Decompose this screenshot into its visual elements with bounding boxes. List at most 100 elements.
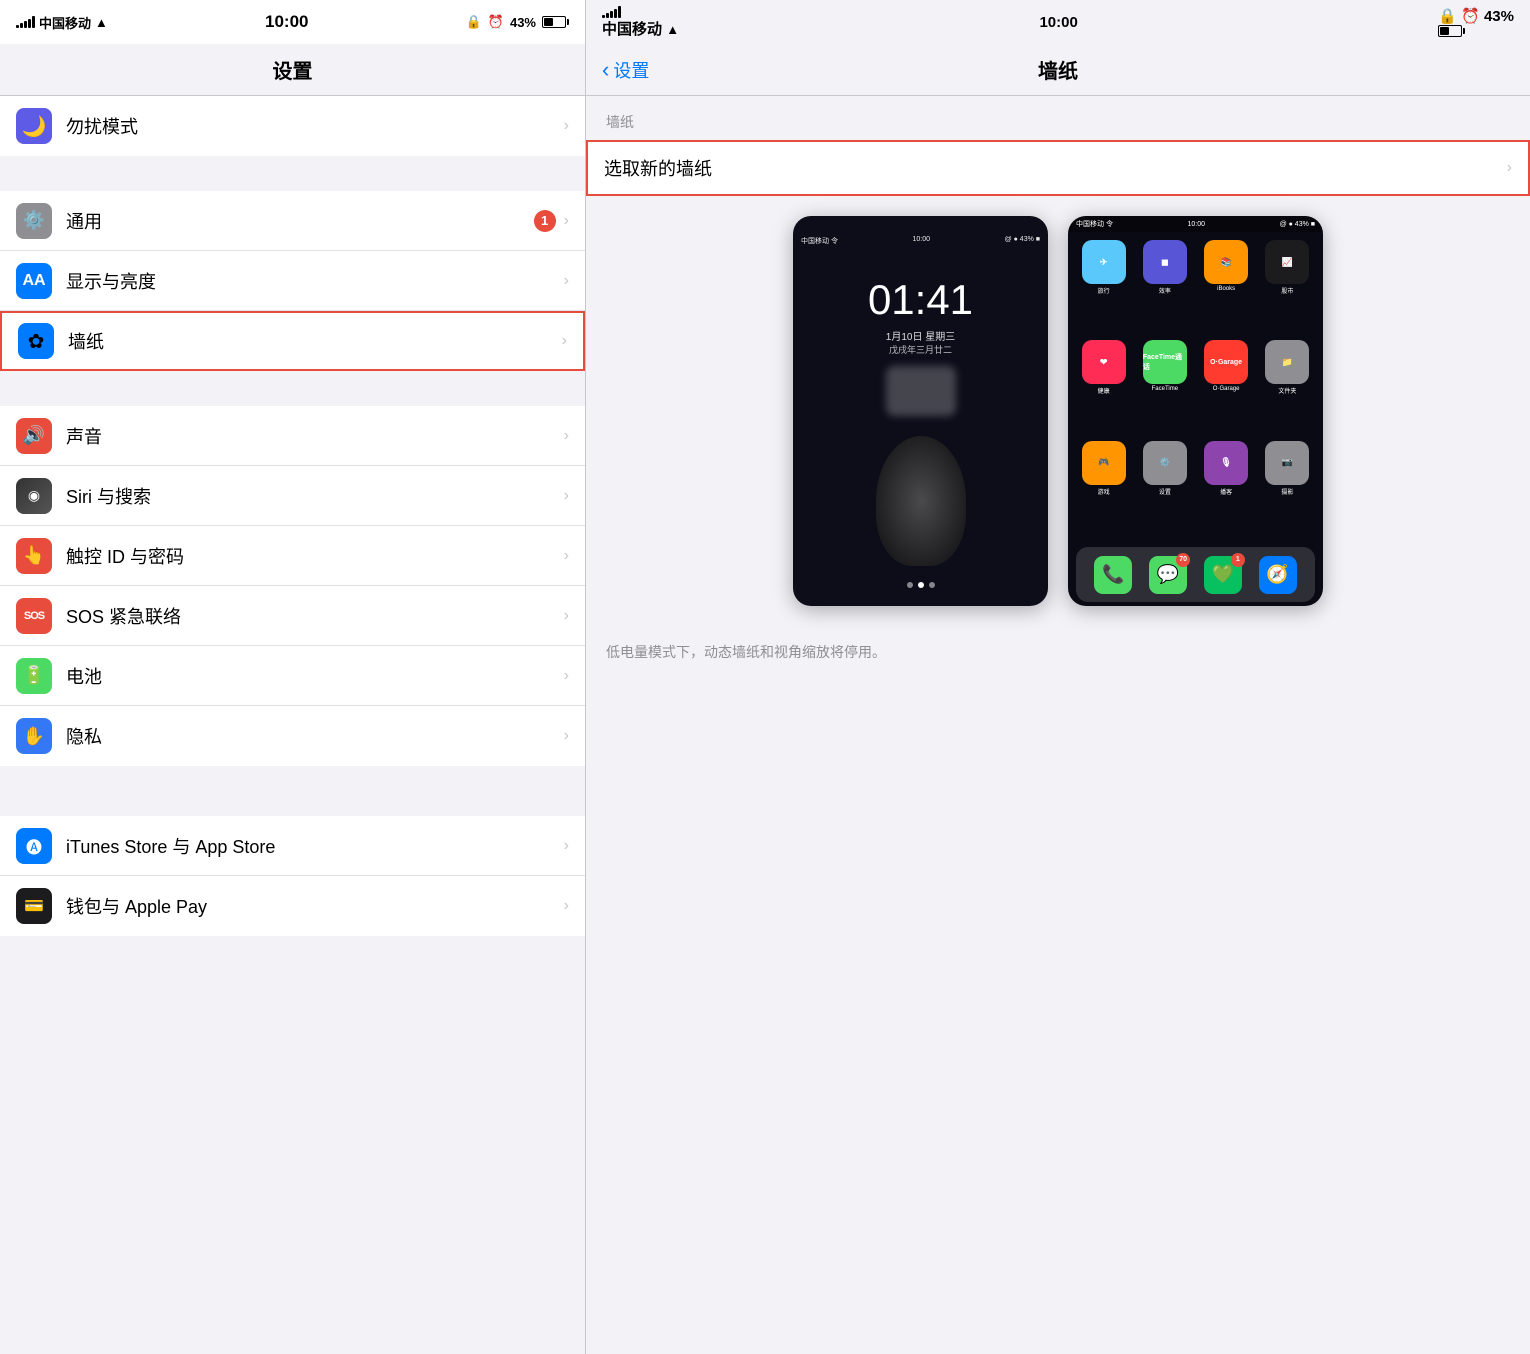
settings-item-do-not-disturb[interactable]: 🌙 勿扰模式 › [0, 96, 585, 156]
hs-app-ibooks: 📚 iBooks [1199, 240, 1254, 334]
left-right-icons: 🔒 ⏰ 43% [466, 14, 569, 30]
right-battery-body [1438, 25, 1462, 37]
app-label-podcast: 播客 [1220, 487, 1232, 496]
right-battery-fill [1440, 27, 1449, 35]
lock-screen-preview[interactable]: 中国移动 令 10:00 @ ● 43% ■ 01:41 1月10日 星期三 戊… [793, 216, 1048, 606]
general-label: 通用 [66, 208, 534, 234]
settings-item-privacy[interactable]: ✋ 隐私 › [0, 706, 585, 766]
ls-dot-3 [929, 582, 935, 588]
ls-big-time: 01:41 [868, 276, 973, 324]
right-battery-icon [1438, 25, 1514, 37]
app-label-stocks: 股市 [1281, 286, 1293, 295]
r-bar3 [610, 11, 613, 18]
ls-status-bar: 中国移动 令 10:00 @ ● 43% ■ [793, 236, 1048, 246]
general-icon: ⚙️ [16, 203, 52, 239]
ls-dot-1 [907, 582, 913, 588]
battery-icon [542, 16, 569, 28]
section-group-top: 🌙 勿扰模式 › [0, 96, 585, 156]
settings-item-general[interactable]: ⚙️ 通用 1 › [0, 191, 585, 251]
settings-item-battery[interactable]: 🔋 电池 › [0, 646, 585, 706]
section-gap-3 [0, 766, 585, 816]
lock-icon: 🔒 [466, 14, 482, 30]
itunes-label: iTunes Store 与 App Store [66, 833, 564, 859]
right-alarm-icon: ⏰ [1461, 8, 1480, 25]
display-label: 显示与亮度 [66, 268, 564, 294]
section-group-second: ⚙️ 通用 1 › AA 显示与亮度 › ✿ 墙纸 › [0, 191, 585, 371]
right-battery-tip [1463, 28, 1465, 34]
hs-app-grid: ✈ 旅行 ◼ 效率 📚 iBooks 📈 股市 [1068, 232, 1323, 543]
settings-item-sounds[interactable]: 🔊 声音 › [0, 406, 585, 466]
dock-messages: 💬 70 [1149, 556, 1187, 594]
bar4 [28, 19, 31, 28]
app-label-camera: 摄影 [1281, 487, 1293, 496]
ls-cat-image [876, 436, 966, 566]
settings-item-sos[interactable]: SOS SOS 紧急联络 › [0, 586, 585, 646]
left-panel: 中国移动 ▲ 10:00 🔒 ⏰ 43% 设置 🌙 勿扰模式 › [0, 0, 585, 1354]
app-icon-podcast: 🎙 [1204, 441, 1248, 485]
right-right-icons: 🔒 ⏰ 43% [1438, 7, 1514, 37]
sounds-label: 声音 [66, 423, 564, 449]
dock-safari: 🧭 [1259, 556, 1297, 594]
right-wifi-icon: ▲ [666, 22, 679, 37]
dock-wechat-badge: 1 [1231, 553, 1245, 567]
app-icon-stocks: 📈 [1265, 240, 1309, 284]
bar2 [20, 23, 23, 28]
home-screen-preview[interactable]: 中国移动 令 10:00 @ ● 43% ■ ✈ 旅行 ◼ 效率 📚 [1068, 216, 1323, 606]
back-button[interactable]: ‹ 设置 [602, 57, 649, 83]
left-status-bar: 中国移动 ▲ 10:00 🔒 ⏰ 43% [0, 0, 585, 44]
dock-phone: 📞 [1094, 556, 1132, 594]
app-label-files: 文件夹 [1278, 386, 1296, 395]
wallpaper-icon: ✿ [18, 323, 54, 359]
choose-new-chevron: › [1507, 159, 1512, 177]
wallpaper-label: 墙纸 [68, 328, 562, 354]
touch-id-chevron: › [564, 547, 569, 565]
itunes-icon: 🅐 [16, 828, 52, 864]
settings-item-display[interactable]: AA 显示与亮度 › [0, 251, 585, 311]
ls-page-dots [907, 582, 935, 588]
hs-app-travel: ✈ 旅行 [1076, 240, 1131, 334]
battery-fill [544, 18, 553, 26]
hs-app-stocks: 📈 股市 [1260, 240, 1315, 334]
back-chevron-icon: ‹ [602, 57, 609, 83]
r-bar2 [606, 13, 609, 18]
app-icon-games: 🎮 [1082, 441, 1126, 485]
left-time: 10:00 [265, 12, 308, 32]
hs-app-health: ❤ 健康 [1076, 340, 1131, 434]
wallet-icon: 💳 [16, 888, 52, 924]
display-icon: AA [16, 263, 52, 299]
dock-messages-badge: 70 [1176, 553, 1190, 567]
left-carrier-label: 中国移动 [39, 13, 91, 32]
settings-item-touch-id[interactable]: 👆 触控 ID 与密码 › [0, 526, 585, 586]
app-icon-garage: O·Garage [1204, 340, 1248, 384]
settings-item-siri[interactable]: ◉ Siri 与搜索 › [0, 466, 585, 526]
hs-app-camera: 📷 摄影 [1260, 441, 1315, 535]
siri-icon: ◉ [16, 478, 52, 514]
ls-blur-overlay [886, 366, 956, 416]
do-not-disturb-icon: 🌙 [16, 108, 52, 144]
settings-item-wallpaper[interactable]: ✿ 墙纸 › [0, 311, 585, 371]
alarm-icon: ⏰ [488, 14, 504, 30]
hs-app-files: 📁 文件夹 [1260, 340, 1315, 434]
settings-item-itunes[interactable]: 🅐 iTunes Store 与 App Store › [0, 816, 585, 876]
ls-carrier: 中国移动 令 [801, 236, 838, 246]
app-label-garage: O·Garage [1213, 386, 1240, 392]
app-label-facetime: FaceTime [1152, 386, 1178, 392]
right-title: 墙纸 [1038, 55, 1078, 84]
choose-new-wallpaper-row[interactable]: 选取新的墙纸 › [586, 140, 1530, 196]
settings-list: 🌙 勿扰模式 › ⚙️ 通用 1 › AA 显示与亮度 › ✿ 墙纸 › [0, 96, 585, 1354]
hs-dock: 📞 💬 70 💚 1 🧭 [1076, 547, 1315, 602]
back-label: 设置 [613, 57, 649, 83]
app-icon-ibooks: 📚 [1204, 240, 1248, 284]
hs-app-garage: O·Garage O·Garage [1199, 340, 1254, 434]
right-nav-bar: ‹ 设置 墙纸 [586, 44, 1530, 96]
hs-app-settings: ⚙️ 设置 [1137, 441, 1192, 535]
left-carrier-signal: 中国移动 ▲ [16, 13, 108, 32]
do-not-disturb-label: 勿扰模式 [66, 113, 564, 139]
touch-id-label: 触控 ID 与密码 [66, 543, 564, 569]
hs-app-games: 🎮 游戏 [1076, 441, 1131, 535]
right-lock-icon: 🔒 [1438, 8, 1457, 25]
right-battery-pct: 43% [1484, 8, 1514, 25]
app-icon-settings: ⚙️ [1143, 441, 1187, 485]
settings-item-wallet[interactable]: 💳 钱包与 Apple Pay › [0, 876, 585, 936]
signal-bars [16, 16, 35, 28]
